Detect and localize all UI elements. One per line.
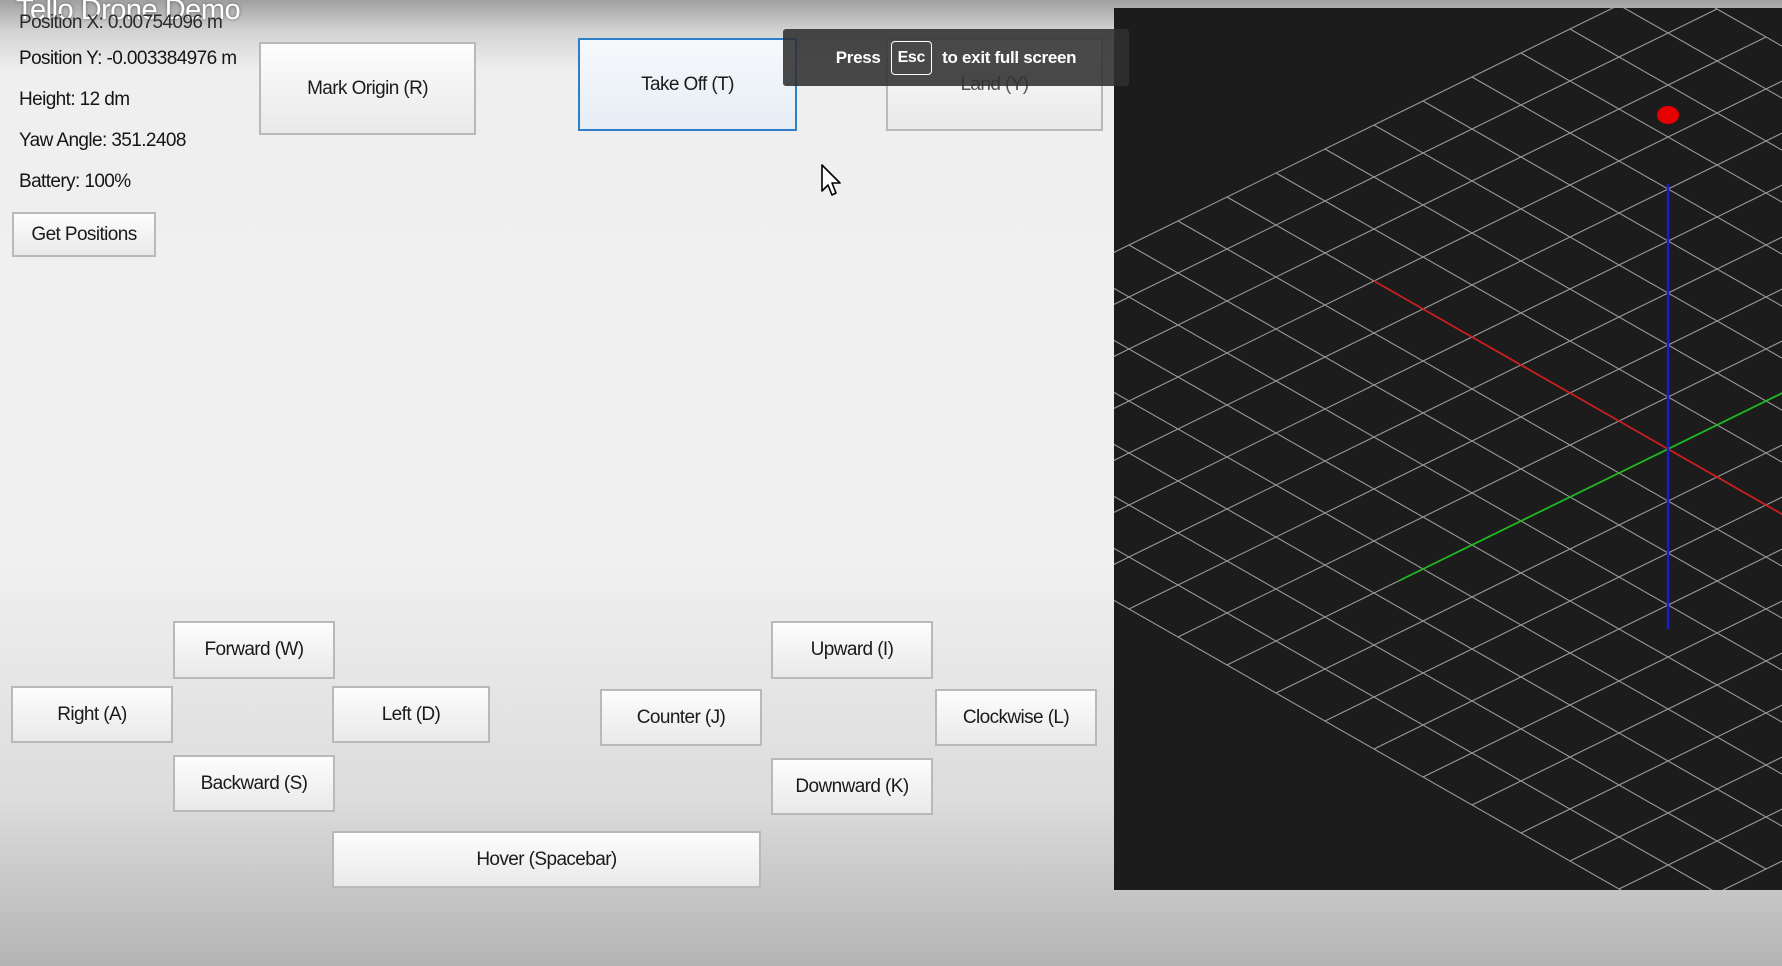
forward-button[interactable]: Forward (W) [173,621,335,679]
grid-line [1471,652,1782,806]
grid-line [1422,600,1782,778]
grid-line [1226,392,1782,666]
grid-line [1128,288,1782,610]
x-axis-line [1373,280,1782,516]
grid-line [1114,287,1782,671]
grid-line [1114,184,1782,513]
grid-line [1114,8,1615,253]
app-window: Tello Drone Demo Position X: 0.00754096 … [0,0,1782,966]
fullscreen-notice: Press Esc to exit full screen [783,29,1129,86]
3d-viewport[interactable] [1114,8,1782,890]
grid-line [1471,76,1782,255]
mark-origin-button[interactable]: Mark Origin (R) [259,42,476,135]
grid-line [1114,443,1782,827]
y-axis-line [1398,392,1782,582]
drone-position-marker [1657,106,1679,124]
grid-line [1114,339,1782,723]
ground-grid [1114,8,1782,890]
grid-line [1177,340,1782,638]
grid-line [1714,8,1782,47]
grid-line [1422,100,1782,307]
grid-line [1618,808,1782,890]
grid-line [1226,196,1782,515]
downward-button[interactable]: Downward (K) [771,758,933,815]
grid-line [1114,80,1782,409]
grid-line [1114,599,1622,890]
hover-button[interactable]: Hover (Spacebar) [332,831,761,888]
take-off-button[interactable]: Take Off (T) [578,38,797,131]
yaw-angle-label: Yaw Angle: 351.2408 [19,130,186,151]
mouse-cursor-icon [821,164,841,196]
backward-button[interactable]: Backward (S) [173,755,335,812]
upward-button[interactable]: Upward (I) [771,621,933,679]
right-button[interactable]: Right (A) [11,686,173,743]
grid-line [1721,860,1782,890]
left-button[interactable]: Left (D) [332,686,490,743]
grid-line [1114,236,1782,565]
esc-key-badge: Esc [890,40,933,75]
fullscreen-notice-text: to exit full screen [942,47,1077,67]
grid-line [1128,244,1782,619]
position-x-label: Position X: 0.00754096 m [19,12,223,33]
height-label: Height: 12 dm [19,89,130,110]
grid-line [1520,704,1782,834]
grid-line [1177,220,1782,567]
grid-line [1569,28,1782,151]
grid-line [1520,52,1782,203]
grid-line [1114,8,1718,305]
get-positions-button[interactable]: Get Positions [12,212,156,257]
grid-line [1114,547,1713,890]
grid-line [1114,391,1782,775]
position-y-label: Position Y: -0.003384976 m [19,48,237,69]
clockwise-button[interactable]: Clockwise (L) [935,689,1097,746]
counter-button[interactable]: Counter (J) [600,689,762,746]
grid-line [1569,756,1782,862]
battery-label: Battery: 100% [19,171,131,192]
fullscreen-notice-press: Press [835,47,881,67]
grid-line [1373,548,1782,750]
3d-scene [1114,8,1782,890]
grid-line [1114,132,1782,461]
